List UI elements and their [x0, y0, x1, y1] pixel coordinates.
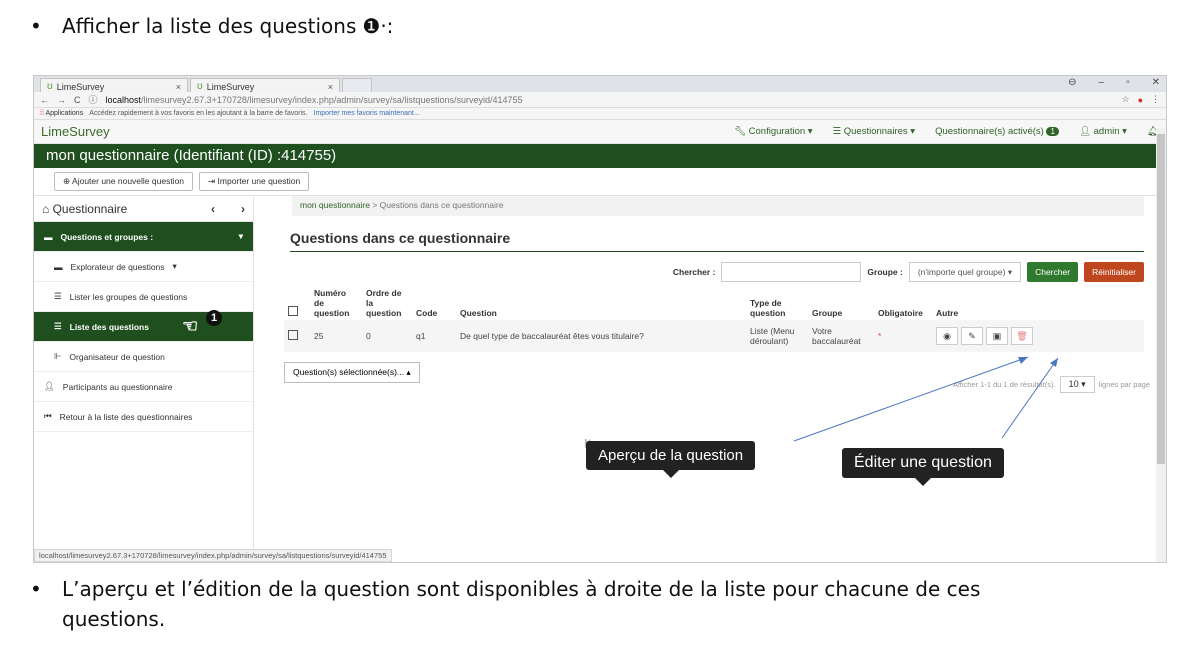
arrow-preview	[793, 356, 1029, 442]
bullet: •	[30, 577, 42, 601]
doc-bottom-line: • L’aperçu et l’édition de la question s…	[30, 577, 980, 601]
tooltip-edit-text: Éditer une question	[854, 454, 992, 471]
tooltip-preview-text: Aperçu de la question	[598, 447, 744, 464]
tooltip-edit: Éditer une question	[842, 448, 1004, 486]
doc-bottom-text-2: questions.	[62, 607, 166, 631]
doc-top-text: Afficher la liste des questions	[62, 14, 357, 38]
doc-top-marker: ❶·:	[362, 14, 394, 38]
tooltip-preview: Aperçu de la question	[586, 441, 756, 478]
bullet: •	[30, 14, 42, 38]
arrow-edit	[1001, 357, 1059, 439]
arrow-preview-head	[1018, 357, 1028, 364]
status-bar: localhost/limesurvey2.67.3+170728/limesu…	[34, 549, 392, 562]
page-scrollbar[interactable]	[1156, 128, 1166, 562]
callout-arrows	[793, 356, 1059, 442]
arrow-edit-head	[1050, 358, 1058, 367]
doc-bottom-line-2: questions.	[62, 607, 165, 631]
screenshot-frame: ʊ LimeSurvey × ʊ LimeSurvey × ⊖ – ▫ ✕ ← …	[33, 75, 1167, 563]
doc-bottom-text-1: L’aperçu et l’édition de la question son…	[62, 577, 981, 601]
doc-top-line: • Afficher la liste des questions ❶·:	[30, 14, 393, 38]
scrollbar-thumb[interactable]	[1157, 134, 1165, 464]
